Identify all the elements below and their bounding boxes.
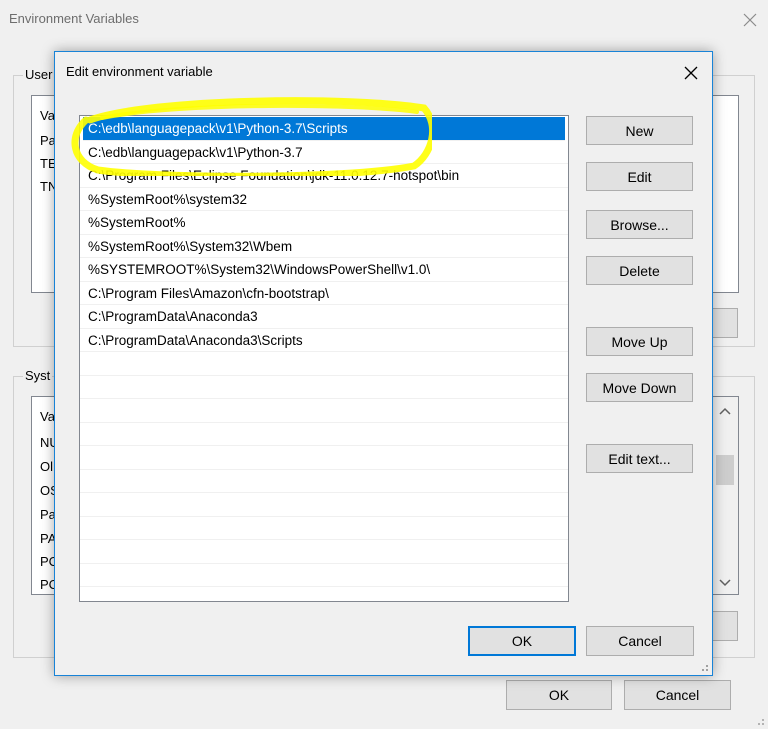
list-item[interactable]: C:\edb\languagepack\v1\Python-3.7\Script… bbox=[83, 117, 565, 141]
new-button[interactable]: New bbox=[586, 116, 693, 145]
user-variables-button[interactable] bbox=[712, 308, 738, 338]
empty-list-row bbox=[80, 517, 568, 540]
empty-list-row bbox=[80, 423, 568, 446]
empty-list-row bbox=[80, 564, 568, 587]
delete-button[interactable]: Delete bbox=[586, 256, 693, 285]
path-list[interactable]: C:\edb\languagepack\v1\Python-3.7\Script… bbox=[79, 115, 569, 602]
list-item[interactable]: C:\ProgramData\Anaconda3 bbox=[80, 305, 568, 329]
system-variables-label: Syst bbox=[23, 368, 53, 383]
empty-list-row bbox=[80, 376, 568, 399]
move-up-button[interactable]: Move Up bbox=[586, 327, 693, 356]
dialog-title: Edit environment variable bbox=[66, 64, 213, 79]
move-down-button[interactable]: Move Down bbox=[586, 373, 693, 402]
empty-list-row bbox=[80, 446, 568, 470]
list-item[interactable]: Va bbox=[40, 108, 55, 123]
list-item[interactable]: C:\Program Files\Amazon\cfn-bootstrap\ bbox=[80, 282, 568, 305]
outer-close-icon[interactable] bbox=[738, 8, 762, 32]
system-list-scrollbar[interactable] bbox=[713, 397, 738, 594]
chevron-up-icon[interactable] bbox=[718, 403, 732, 419]
ok-button[interactable]: OK bbox=[468, 626, 576, 656]
scrollbar-thumb[interactable] bbox=[716, 455, 734, 485]
outer-resize-grip-icon[interactable] bbox=[755, 713, 765, 725]
list-item[interactable]: C:\Program Files\Eclipse Foundation\jdk-… bbox=[80, 164, 568, 188]
empty-list-row bbox=[80, 493, 568, 517]
edit-button[interactable]: Edit bbox=[586, 162, 693, 191]
edit-text-button[interactable]: Edit text... bbox=[586, 444, 693, 473]
edit-environment-variable-dialog: Edit environment variable C:\edb\languag… bbox=[54, 51, 713, 676]
list-item[interactable]: C:\ProgramData\Anaconda3\Scripts bbox=[80, 329, 568, 352]
outer-cancel-button[interactable]: Cancel bbox=[624, 680, 731, 710]
close-icon[interactable] bbox=[679, 61, 703, 85]
list-item[interactable]: Ol bbox=[40, 459, 53, 474]
browse-button[interactable]: Browse... bbox=[586, 210, 693, 239]
list-item[interactable]: C:\edb\languagepack\v1\Python-3.7 bbox=[80, 141, 568, 164]
user-variables-label: User bbox=[23, 67, 55, 82]
chevron-down-icon[interactable] bbox=[718, 575, 732, 591]
list-item[interactable]: %SystemRoot% bbox=[80, 211, 568, 235]
list-item[interactable]: Va bbox=[40, 409, 55, 424]
list-item[interactable]: %SYSTEMROOT%\System32\WindowsPowerShell\… bbox=[80, 258, 568, 282]
resize-grip-icon[interactable] bbox=[697, 660, 709, 672]
cancel-button[interactable]: Cancel bbox=[586, 626, 694, 656]
list-item[interactable]: %SystemRoot%\System32\Wbem bbox=[80, 235, 568, 258]
outer-ok-button[interactable]: OK bbox=[506, 680, 612, 710]
list-item[interactable]: %SystemRoot%\system32 bbox=[80, 188, 568, 211]
empty-list-row bbox=[80, 470, 568, 493]
outer-dialog-title: Environment Variables bbox=[9, 11, 139, 26]
empty-list-row bbox=[80, 352, 568, 376]
empty-list-row bbox=[80, 399, 568, 423]
empty-list-row bbox=[80, 540, 568, 564]
system-variables-button[interactable] bbox=[712, 611, 738, 641]
